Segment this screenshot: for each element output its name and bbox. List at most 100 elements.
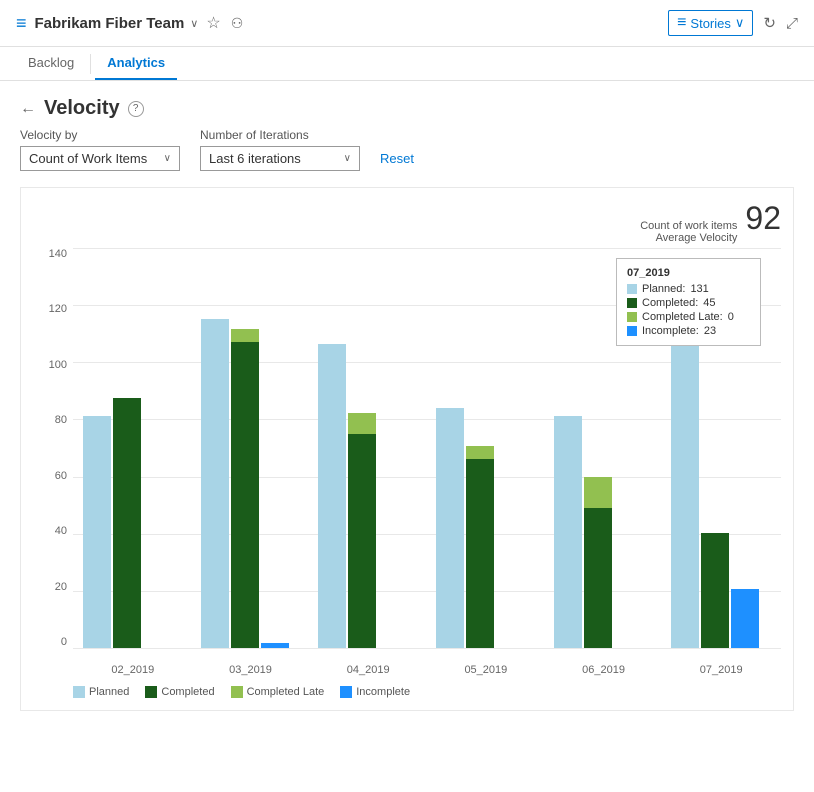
legend-completed-label: Completed [161, 686, 214, 698]
stories-label: Stories [690, 16, 730, 31]
tooltip-planned-row: Planned: 131 [627, 283, 750, 295]
legend-planned-swatch [73, 686, 85, 698]
velocity-by-filter: Velocity by Count of Work Items ∨ [20, 128, 180, 171]
bar-planned-07_2019[interactable] [671, 316, 699, 648]
tab-backlog[interactable]: Backlog [16, 47, 86, 80]
page-title: Velocity [44, 97, 120, 120]
bar-stack-03_2019 [231, 329, 259, 648]
bar-group-03_2019 [201, 319, 301, 648]
app-header: ≡ Fabrikam Fiber Team ∨ ☆ ⚇ ≡ Stories ∨ … [0, 0, 814, 47]
page-content: ← Velocity ? Velocity by Count of Work I… [0, 81, 814, 727]
bar-stack-02_2019 [113, 398, 141, 648]
bar-planned-05_2019[interactable] [436, 408, 464, 648]
y-label-20: 20 [55, 581, 67, 593]
velocity-by-value: Count of Work Items [29, 151, 147, 166]
team-chevron-icon[interactable]: ∨ [190, 17, 198, 30]
bar-incomplete-07_2019[interactable] [731, 589, 759, 648]
stories-icon: ≡ [677, 14, 686, 32]
bar-completed-late-04_2019[interactable] [348, 413, 376, 433]
team-title: Fabrikam Fiber Team [35, 15, 185, 32]
velocity-by-label: Velocity by [20, 128, 180, 142]
bar-completed-06_2019[interactable] [584, 508, 612, 648]
tooltip-incomplete-value: 23 [704, 325, 716, 337]
tooltip-planned-value: 131 [690, 283, 708, 295]
bar-stack-04_2019 [348, 413, 376, 648]
refresh-icon[interactable]: ↻ [763, 14, 776, 32]
tooltip-title: 07_2019 [627, 267, 750, 279]
x-label-06_2019: 06_2019 [554, 664, 654, 676]
bar-completed-late-06_2019[interactable] [584, 477, 612, 508]
bar-completed-late-05_2019[interactable] [466, 446, 494, 459]
tooltip-planned-swatch [627, 284, 637, 294]
bar-completed-07_2019[interactable] [701, 533, 729, 648]
legend-completed: Completed [145, 686, 214, 698]
page-title-row: ← Velocity ? [20, 97, 794, 120]
bar-completed-late-03_2019[interactable] [231, 329, 259, 342]
iterations-select[interactable]: Last 6 iterations ∨ [200, 146, 360, 171]
avg-velocity-value: 92 [745, 200, 781, 237]
tooltip-incomplete-label: Incomplete: [642, 325, 699, 337]
bar-incomplete-03_2019[interactable] [261, 643, 289, 648]
iterations-value: Last 6 iterations [209, 151, 301, 166]
filters-row: Velocity by Count of Work Items ∨ Number… [20, 128, 794, 171]
legend-incomplete-swatch [340, 686, 352, 698]
bar-planned-03_2019[interactable] [201, 319, 229, 648]
help-icon[interactable]: ? [128, 101, 144, 117]
x-label-05_2019: 05_2019 [436, 664, 536, 676]
legend-completed-swatch [145, 686, 157, 698]
chart-metric-label1: Count of work items [640, 220, 737, 232]
bar-completed-02_2019[interactable] [113, 398, 141, 648]
y-label-100: 100 [49, 359, 67, 371]
iterations-chevron-icon: ∨ [344, 153, 351, 164]
nav-tabs: Backlog Analytics [0, 47, 814, 81]
x-label-04_2019: 04_2019 [318, 664, 418, 676]
bar-stack-05_2019 [466, 446, 494, 648]
bar-planned-04_2019[interactable] [318, 344, 346, 648]
legend-completed-late-label: Completed Late [247, 686, 325, 698]
legend-incomplete-label: Incomplete [356, 686, 410, 698]
back-button[interactable]: ← [20, 100, 36, 118]
iterations-filter: Number of Iterations Last 6 iterations ∨ [200, 128, 360, 171]
legend-planned: Planned [73, 686, 129, 698]
tooltip-completed-late-label: Completed Late: [642, 311, 723, 323]
y-label-60: 60 [55, 470, 67, 482]
tooltip-incomplete-row: Incomplete: 23 [627, 325, 750, 337]
iterations-label: Number of Iterations [200, 128, 360, 142]
bar-group-04_2019 [318, 344, 418, 648]
velocity-by-select[interactable]: Count of Work Items ∨ [20, 146, 180, 171]
tooltip-completed-late-swatch [627, 312, 637, 322]
y-label-40: 40 [55, 525, 67, 537]
expand-icon[interactable]: ⤢ [786, 15, 798, 32]
tab-analytics[interactable]: Analytics [95, 47, 177, 80]
chart-metric-label2: Average Velocity [640, 232, 737, 244]
app-icon: ≡ [16, 13, 27, 34]
favorite-icon[interactable]: ☆ [206, 13, 220, 33]
legend-planned-label: Planned [89, 686, 129, 698]
tooltip-completed-swatch [627, 298, 637, 308]
reset-button[interactable]: Reset [380, 151, 414, 171]
x-label-02_2019: 02_2019 [83, 664, 183, 676]
tab-divider [90, 54, 91, 74]
header-right: ≡ Stories ∨ ↻ ⤢ [668, 10, 798, 36]
y-label-80: 80 [55, 414, 67, 426]
bar-planned-02_2019[interactable] [83, 416, 111, 648]
x-label-07_2019: 07_2019 [671, 664, 771, 676]
tooltip-incomplete-swatch [627, 326, 637, 336]
tooltip-completed-late-row: Completed Late: 0 [627, 311, 750, 323]
bar-completed-05_2019[interactable] [466, 459, 494, 648]
header-actions: ☆ ⚇ [206, 13, 243, 33]
stories-chevron-icon: ∨ [735, 15, 745, 31]
bar-group-06_2019 [554, 416, 654, 648]
bar-completed-04_2019[interactable] [348, 434, 376, 648]
bar-planned-06_2019[interactable] [554, 416, 582, 648]
velocity-by-chevron-icon: ∨ [164, 153, 171, 164]
tooltip-planned-label: Planned: [642, 283, 685, 295]
stories-button[interactable]: ≡ Stories ∨ [668, 10, 753, 36]
bar-group-05_2019 [436, 408, 536, 648]
tooltip-completed-late-value: 0 [728, 311, 734, 323]
chart-legend: Planned Completed Completed Late Incompl… [33, 686, 781, 698]
x-labels: 02_201903_201904_201905_201906_201907_20… [73, 664, 781, 676]
team-members-icon[interactable]: ⚇ [231, 15, 244, 32]
chart-area: Count of work items Average Velocity 92 … [20, 187, 794, 711]
bar-completed-03_2019[interactable] [231, 342, 259, 648]
